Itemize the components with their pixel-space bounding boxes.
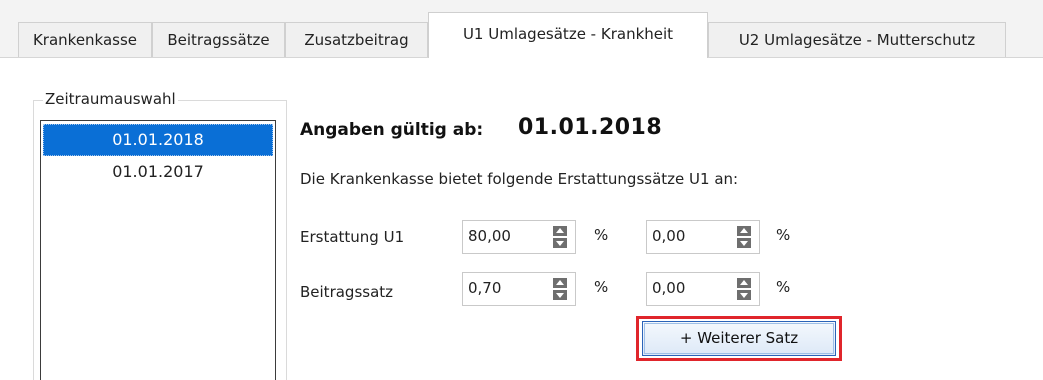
valid-from-label: Angaben gültig ab: — [300, 120, 484, 140]
valid-from-date: 01.01.2018 — [518, 115, 663, 140]
add-rate-button-label: + Weiterer Satz — [679, 329, 799, 347]
stepper-value: 0,70 — [468, 279, 502, 297]
percent-unit: % — [594, 226, 609, 244]
tab-krankenkasse[interactable]: Krankenkasse — [18, 22, 152, 57]
period-listbox[interactable]: 01.01.2018 01.01.2017 — [40, 120, 276, 380]
arrow-down-icon[interactable] — [737, 290, 751, 300]
tab-zusatzbeitrag[interactable]: Zusatzbeitrag — [285, 22, 428, 57]
period-list-item[interactable]: 01.01.2017 — [43, 156, 273, 188]
percent-unit: % — [776, 278, 791, 296]
stepper-arrows-icon[interactable] — [553, 278, 567, 300]
tab-beitragssaetze[interactable]: Beitragssätze — [152, 22, 285, 57]
arrow-up-icon[interactable] — [737, 278, 751, 288]
tab-u2-umlagesaetze-mutterschutz[interactable]: U2 Umlagesätze - Mutterschutz — [708, 22, 1006, 57]
percent-unit: % — [776, 226, 791, 244]
period-list-item-label: 01.01.2017 — [112, 162, 204, 181]
stepper-value: 0,00 — [652, 279, 686, 297]
beitragssatz-label: Beitragssatz — [300, 283, 394, 301]
beitragssatz-rate2-stepper[interactable]: 0,00 — [646, 272, 760, 306]
arrow-down-icon[interactable] — [737, 238, 751, 248]
period-list-item[interactable]: 01.01.2018 — [43, 124, 273, 156]
refund-rates-description: Die Krankenkasse bietet folgende Erstatt… — [300, 170, 739, 188]
stepper-arrows-icon[interactable] — [737, 226, 751, 248]
stepper-value: 0,00 — [652, 227, 686, 245]
period-group-title: Zeitraumauswahl — [43, 90, 178, 108]
erstattung-u1-label: Erstattung U1 — [300, 228, 405, 246]
arrow-up-icon[interactable] — [553, 278, 567, 288]
beitragssatz-rate-stepper[interactable]: 0,70 — [462, 272, 576, 306]
arrow-down-icon[interactable] — [553, 290, 567, 300]
erstattung-u1-rate-stepper[interactable]: 80,00 — [462, 220, 576, 254]
tab-strip: Krankenkasse Beitragssätze Zusatzbeitrag… — [0, 0, 1043, 58]
tab-u1-umlagesaetze-krankheit[interactable]: U1 Umlagesätze - Krankheit — [428, 12, 708, 58]
erstattung-u1-rate2-stepper[interactable]: 0,00 — [646, 220, 760, 254]
stepper-arrows-icon[interactable] — [737, 278, 751, 300]
period-list-item-label: 01.01.2018 — [112, 130, 204, 149]
arrow-down-icon[interactable] — [553, 238, 567, 248]
stepper-arrows-icon[interactable] — [553, 226, 567, 248]
add-rate-button[interactable]: + Weiterer Satz — [642, 321, 836, 356]
percent-unit: % — [594, 278, 609, 296]
arrow-up-icon[interactable] — [737, 226, 751, 236]
arrow-up-icon[interactable] — [553, 226, 567, 236]
stepper-value: 80,00 — [468, 227, 511, 245]
